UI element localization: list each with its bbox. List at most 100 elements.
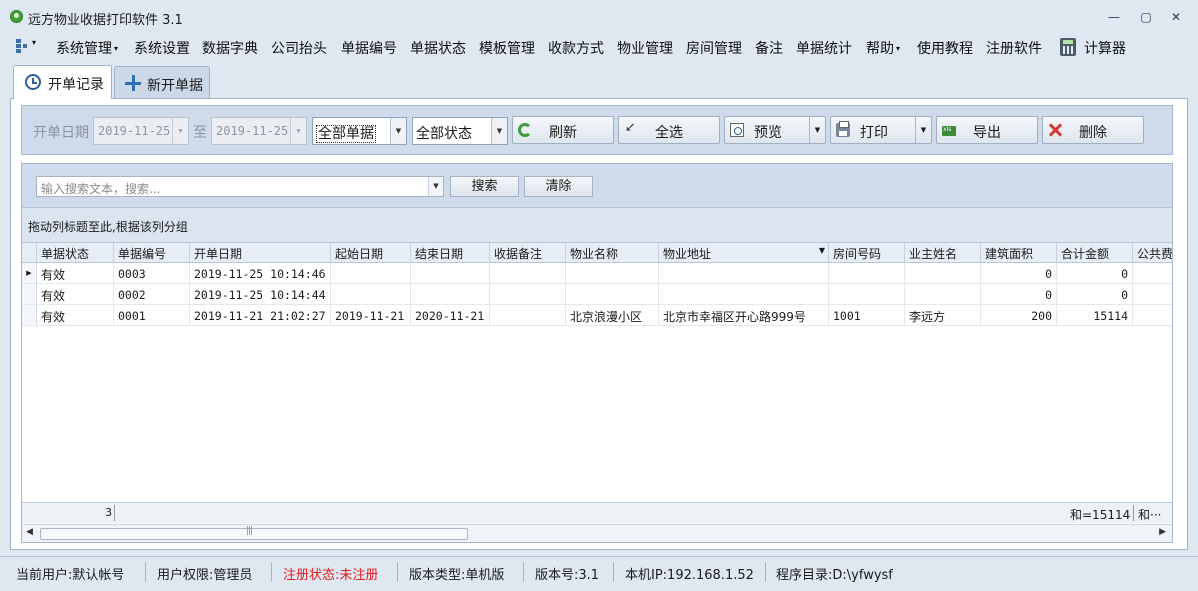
- cell-start-date[interactable]: [331, 284, 411, 304]
- cell-owner-name[interactable]: [905, 263, 981, 283]
- cell-end-date[interactable]: [411, 263, 490, 283]
- cell-owner-name[interactable]: 李远方: [905, 305, 981, 325]
- menu-data-dictionary[interactable]: 数据字典: [202, 38, 258, 58]
- chevron-down-icon[interactable]: ▼: [290, 118, 306, 144]
- col-header-owner-name[interactable]: 业主姓名: [905, 243, 981, 263]
- menu-room-management[interactable]: 房间管理: [686, 38, 742, 58]
- export-button[interactable]: 导出: [936, 116, 1038, 144]
- chevron-down-icon[interactable]: ▼: [491, 118, 507, 144]
- group-by-panel[interactable]: 拖动列标题至此,根据该列分组: [22, 208, 1172, 242]
- layout-menu-arrow-icon[interactable]: ▾: [32, 38, 36, 47]
- scroll-right-icon[interactable]: ▶: [1159, 527, 1166, 537]
- cell-room-number[interactable]: 1001: [829, 305, 905, 325]
- col-header-property-name[interactable]: 物业名称: [566, 243, 659, 263]
- status-register-state[interactable]: 注册状态:未注册: [283, 564, 378, 583]
- table-row[interactable]: ▶ 有效 0003 2019-11-25 10:14:46 0 0: [22, 263, 1172, 284]
- menu-register-software[interactable]: 注册软件: [986, 38, 1042, 58]
- cell-property-name[interactable]: 北京浪漫小区: [566, 305, 659, 325]
- cell-total-amount[interactable]: 0: [1057, 263, 1133, 283]
- table-row[interactable]: 有效 0002 2019-11-25 10:14:44 0 0: [22, 284, 1172, 305]
- cell-start-date[interactable]: 2019-11-21: [331, 305, 411, 325]
- refresh-button[interactable]: 刷新: [512, 116, 614, 144]
- cell-property-address[interactable]: 北京市幸福区开心路999号: [659, 305, 829, 325]
- cell-bill-date[interactable]: 2019-11-21 21:02:27: [190, 305, 331, 325]
- filter-icon[interactable]: ▼: [819, 246, 825, 255]
- col-header-floor-area[interactable]: 建筑面积: [981, 243, 1057, 263]
- close-button[interactable]: ✕: [1168, 9, 1184, 25]
- cell-floor-area[interactable]: 0: [981, 263, 1057, 283]
- col-header-room-number[interactable]: 房间号码: [829, 243, 905, 263]
- cell-property-address[interactable]: [659, 284, 829, 304]
- menu-company-header[interactable]: 公司抬头: [271, 38, 327, 58]
- print-button[interactable]: 打印 ▼: [830, 116, 932, 144]
- cell-bill-number[interactable]: 0002: [114, 284, 190, 304]
- cell-status[interactable]: 有效: [37, 305, 114, 325]
- date-to-picker[interactable]: 2019-11-25 ▼: [211, 117, 307, 145]
- search-button[interactable]: 搜索: [450, 176, 519, 197]
- tab-new-bill[interactable]: 新开单据: [114, 66, 210, 98]
- col-header-end-date[interactable]: 结束日期: [411, 243, 490, 263]
- cell-property-name[interactable]: [566, 284, 659, 304]
- cell-room-number[interactable]: [829, 263, 905, 283]
- menu-bill-number[interactable]: 单据编号: [341, 38, 397, 58]
- date-from-picker[interactable]: 2019-11-25 ▼: [93, 117, 189, 145]
- scrollbar-thumb[interactable]: [40, 526, 468, 540]
- chevron-down-icon[interactable]: ▼: [428, 177, 443, 196]
- menu-template-management[interactable]: 模板管理: [479, 38, 535, 58]
- menu-remarks[interactable]: 备注: [755, 38, 783, 58]
- col-header-bill-number[interactable]: 单据编号: [114, 243, 190, 263]
- col-header-property-address[interactable]: 物业地址 ▼: [659, 243, 829, 263]
- cell-total-amount[interactable]: 15114: [1057, 305, 1133, 325]
- scroll-left-icon[interactable]: ◀: [26, 527, 33, 537]
- search-input[interactable]: 输入搜索文本，搜索... ▼: [36, 176, 444, 197]
- menu-help[interactable]: 帮助 ▾: [866, 38, 900, 58]
- cell-floor-area[interactable]: 0: [981, 284, 1057, 304]
- cell-property-address[interactable]: [659, 263, 829, 283]
- chevron-down-icon[interactable]: ▼: [172, 118, 188, 144]
- horizontal-scrollbar[interactable]: ◀ ▶: [22, 524, 1172, 542]
- cell-status[interactable]: 有效: [37, 263, 114, 283]
- preview-button[interactable]: 预览 ▼: [724, 116, 826, 144]
- menu-bill-status[interactable]: 单据状态: [410, 38, 466, 58]
- cell-property-name[interactable]: [566, 263, 659, 283]
- menu-calculator[interactable]: 计算器: [1084, 38, 1126, 58]
- cell-bill-number[interactable]: 0003: [114, 263, 190, 283]
- cell-room-number[interactable]: [829, 284, 905, 304]
- menu-payment-method[interactable]: 收款方式: [548, 38, 604, 58]
- cell-bill-number[interactable]: 0001: [114, 305, 190, 325]
- cell-end-date[interactable]: [411, 284, 490, 304]
- col-header-status[interactable]: 单据状态: [37, 243, 114, 263]
- cell-receipt-remark[interactable]: [490, 284, 566, 304]
- calculator-icon[interactable]: [1060, 38, 1076, 56]
- maximize-button[interactable]: ▢: [1138, 9, 1154, 25]
- bill-type-select[interactable]: 全部单据 ▼: [312, 117, 407, 145]
- bill-status-select[interactable]: 全部状态 ▼: [412, 117, 508, 145]
- cell-total-amount[interactable]: 0: [1057, 284, 1133, 304]
- col-header-public-fee[interactable]: 公共费: [1133, 243, 1172, 263]
- clear-button[interactable]: 清除: [524, 176, 593, 197]
- cell-receipt-remark[interactable]: [490, 305, 566, 325]
- menu-property-management[interactable]: 物业管理: [617, 38, 673, 58]
- cell-public-fee[interactable]: [1133, 284, 1172, 304]
- chevron-down-icon[interactable]: ▼: [809, 117, 825, 143]
- menu-system-settings[interactable]: 系统设置: [134, 38, 190, 58]
- menu-system-management[interactable]: 系统管理 ▾: [56, 38, 118, 58]
- cell-start-date[interactable]: [331, 263, 411, 283]
- layout-menu-icon[interactable]: [16, 39, 30, 53]
- chevron-down-icon[interactable]: ▼: [915, 117, 931, 143]
- cell-public-fee[interactable]: [1133, 305, 1172, 325]
- cell-public-fee[interactable]: [1133, 263, 1172, 283]
- cell-end-date[interactable]: 2020-11-21: [411, 305, 490, 325]
- menu-bill-statistics[interactable]: 单据统计: [796, 38, 852, 58]
- cell-status[interactable]: 有效: [37, 284, 114, 304]
- tab-billing-records[interactable]: 开单记录: [13, 65, 112, 99]
- select-all-button[interactable]: 全选: [618, 116, 720, 144]
- col-header-total-amount[interactable]: 合计金额: [1057, 243, 1133, 263]
- cell-receipt-remark[interactable]: [490, 263, 566, 283]
- cell-floor-area[interactable]: 200: [981, 305, 1057, 325]
- col-header-start-date[interactable]: 起始日期: [331, 243, 411, 263]
- cell-bill-date[interactable]: 2019-11-25 10:14:44: [190, 284, 331, 304]
- cell-bill-date[interactable]: 2019-11-25 10:14:46: [190, 263, 331, 283]
- chevron-down-icon[interactable]: ▼: [390, 118, 406, 144]
- minimize-button[interactable]: —: [1106, 9, 1122, 25]
